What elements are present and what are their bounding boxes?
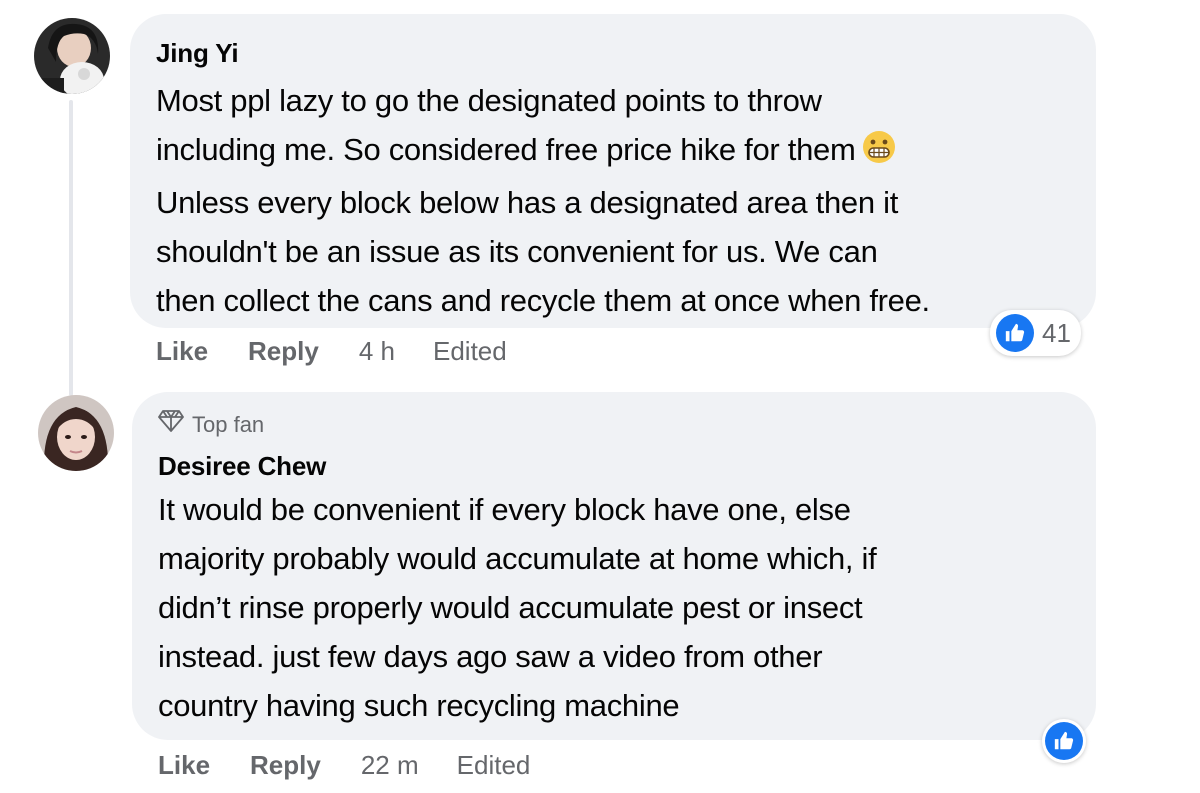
edited-label[interactable]: Edited	[433, 336, 507, 367]
thread-line	[69, 100, 73, 396]
comment-line: majority probably would accumulate at ho…	[158, 541, 877, 576]
reaction-count: 41	[1042, 317, 1071, 348]
comment-text: Most ppl lazy to go the designated point…	[156, 76, 1096, 325]
top-fan-label: Top fan	[192, 411, 265, 437]
comment-line: including me. So considered free price h…	[156, 125, 1096, 178]
comment-thread: Jing Yi Most ppl lazy to go the designat…	[0, 0, 1200, 793]
grimacing-face-icon	[862, 129, 896, 178]
comment-timestamp[interactable]: 4 h	[359, 336, 395, 367]
comment-text: It would be convenient if every block ha…	[158, 485, 1096, 730]
like-icon	[996, 314, 1034, 352]
comment-line: didn’t rinse properly would accumulate p…	[158, 590, 863, 625]
comment-actions: Like Reply 22 m Edited	[158, 750, 568, 781]
comment-line: country having such recycling machine	[158, 688, 680, 723]
reaction-count-pill[interactable]: 41	[990, 310, 1081, 356]
comment-bubble: Jing Yi Most ppl lazy to go the designat…	[130, 14, 1096, 328]
top-fan-badge[interactable]: Top fan	[158, 410, 1096, 439]
diamond-icon	[158, 410, 184, 439]
avatar[interactable]	[34, 18, 110, 94]
like-icon	[1045, 722, 1083, 760]
comment-author[interactable]: Desiree Chew	[158, 449, 1096, 483]
comment-line: Most ppl lazy to go the designated point…	[156, 83, 822, 118]
comment-line: Unless every block below has a designate…	[156, 185, 899, 220]
comment-author[interactable]: Jing Yi	[156, 36, 1096, 70]
comment-line: then collect the cans and recycle them a…	[156, 283, 930, 318]
like-button[interactable]: Like	[158, 750, 210, 781]
avatar[interactable]	[38, 395, 114, 471]
comment-line: It would be convenient if every block ha…	[158, 492, 851, 527]
comment-line: instead. just few days ago saw a video f…	[158, 639, 823, 674]
comment-line: shouldn't be an issue as its convenient …	[156, 234, 878, 269]
like-button[interactable]: Like	[156, 336, 208, 367]
comment-actions: Like Reply 4 h Edited	[156, 336, 545, 367]
comment-timestamp[interactable]: 22 m	[361, 750, 419, 781]
comment-bubble: Top fan Desiree Chew It would be conveni…	[132, 392, 1096, 740]
reaction-count-pill[interactable]	[1042, 719, 1086, 763]
reply-button[interactable]: Reply	[250, 750, 321, 781]
reply-button[interactable]: Reply	[248, 336, 319, 367]
edited-label[interactable]: Edited	[457, 750, 531, 781]
